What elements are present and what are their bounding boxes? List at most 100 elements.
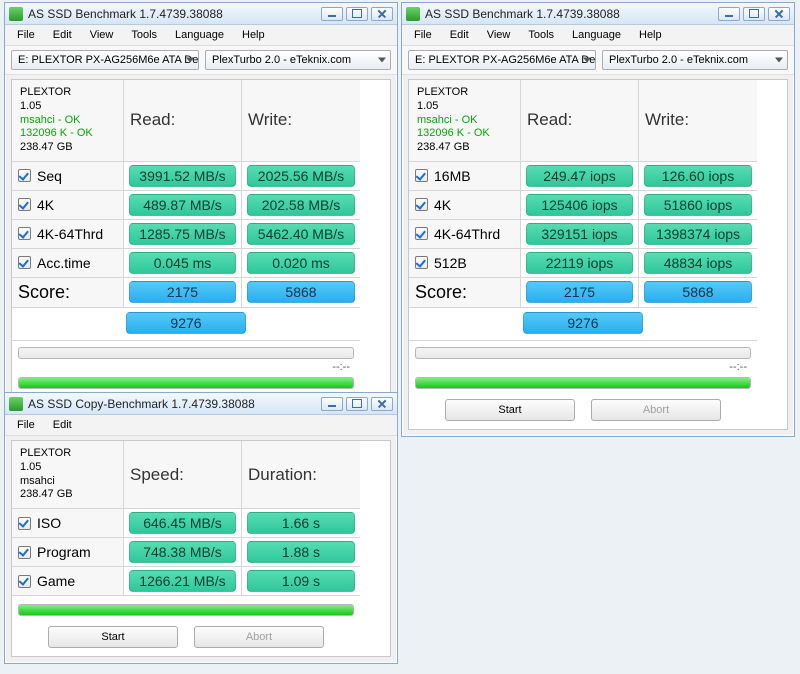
row-label-seq: Seq [37, 168, 62, 184]
chevron-down-icon [186, 58, 194, 63]
checkbox-seq[interactable] [18, 169, 31, 182]
512b-read-iops: 22119 iops [526, 252, 633, 274]
16mb-write: 126.60 iops [644, 165, 752, 187]
app-icon [9, 397, 23, 411]
header-speed: Speed: [130, 465, 184, 485]
menu-view[interactable]: View [479, 27, 519, 43]
header-duration: Duration: [248, 465, 317, 485]
start-button[interactable]: Start [48, 626, 178, 648]
checkbox-program[interactable] [18, 546, 31, 559]
4k64-read: 1285.75 MB/s [129, 223, 236, 245]
menubar: File Edit View Tools Language Help [402, 25, 794, 46]
row-label-4k64: 4K-64Thrd [37, 226, 103, 242]
4k64-read-iops: 329151 iops [526, 223, 633, 245]
progress-top [415, 347, 751, 359]
window-title: AS SSD Benchmark 1.7.4739.38088 [425, 7, 718, 21]
seq-write: 2025.56 MB/s [247, 165, 355, 187]
16mb-read: 249.47 iops [526, 165, 633, 187]
checkbox-16mb[interactable] [415, 169, 428, 182]
device-select-label: E: PLEXTOR PX-AG256M6e ATA Device [18, 54, 199, 66]
close-button[interactable] [371, 397, 393, 411]
score-write: 5868 [247, 281, 355, 303]
4k-write: 202.58 MB/s [247, 194, 355, 216]
512b-write-iops: 48834 iops [644, 252, 752, 274]
menu-tools[interactable]: Tools [123, 27, 165, 43]
program-speed: 748.38 MB/s [129, 541, 236, 563]
mode-select[interactable]: PlexTurbo 2.0 - eTeknix.com [205, 50, 391, 70]
menu-edit[interactable]: Edit [45, 417, 80, 433]
device-info: PLEXTOR 1.05 msahci - OK 132096 K - OK 2… [409, 80, 521, 162]
titlebar[interactable]: AS SSD Copy-Benchmark 1.7.4739.38088 [5, 393, 397, 415]
checkbox-game[interactable] [18, 575, 31, 588]
chevron-down-icon [583, 58, 591, 63]
window-title: AS SSD Copy-Benchmark 1.7.4739.38088 [28, 397, 321, 411]
menu-edit[interactable]: Edit [442, 27, 477, 43]
app-icon [9, 7, 23, 21]
score-read: 2175 [526, 281, 633, 303]
elapsed-time: --:-- [729, 361, 747, 373]
titlebar[interactable]: AS SSD Benchmark 1.7.4739.38088 [5, 3, 397, 25]
elapsed-time: --:-- [332, 361, 350, 373]
4k64-write: 5462.40 MB/s [247, 223, 355, 245]
program-duration: 1.88 s [247, 541, 355, 563]
menubar: File Edit [5, 415, 397, 436]
maximize-button[interactable] [346, 397, 368, 411]
4k-read-iops: 125406 iops [526, 194, 633, 216]
maximize-button[interactable] [743, 7, 765, 21]
4k-write-iops: 51860 iops [644, 194, 752, 216]
score-total: 9276 [126, 312, 246, 334]
menu-file[interactable]: File [9, 417, 43, 433]
score-read: 2175 [129, 281, 236, 303]
acc-read: 0.045 ms [129, 252, 236, 274]
progress-bottom [18, 377, 354, 389]
abort-button[interactable]: Abort [591, 399, 721, 421]
menu-help[interactable]: Help [234, 27, 273, 43]
start-button[interactable]: Start [445, 399, 575, 421]
close-button[interactable] [371, 7, 393, 21]
device-info: PLEXTOR 1.05 msahci 238.47 GB [12, 441, 124, 509]
device-select[interactable]: E: PLEXTOR PX-AG256M6e ATA Device [11, 50, 199, 70]
menu-file[interactable]: File [9, 27, 43, 43]
checkbox-iso[interactable] [18, 517, 31, 530]
titlebar[interactable]: AS SSD Benchmark 1.7.4739.38088 [402, 3, 794, 25]
progress-bottom [415, 377, 751, 389]
minimize-button[interactable] [321, 7, 343, 21]
score-label: Score: [415, 282, 467, 303]
score-write: 5868 [644, 281, 752, 303]
progress-top [18, 347, 354, 359]
menu-tools[interactable]: Tools [520, 27, 562, 43]
checkbox-4k[interactable] [18, 198, 31, 211]
header-write: Write: [645, 110, 689, 130]
abort-button[interactable]: Abort [194, 626, 324, 648]
mode-select-label: PlexTurbo 2.0 - eTeknix.com [212, 54, 351, 66]
checkbox-acc[interactable] [18, 256, 31, 269]
maximize-button[interactable] [346, 7, 368, 21]
menu-language[interactable]: Language [167, 27, 232, 43]
menu-file[interactable]: File [406, 27, 440, 43]
mode-select[interactable]: PlexTurbo 2.0 - eTeknix.com [602, 50, 788, 70]
device-select[interactable]: E: PLEXTOR PX-AG256M6e ATA Device [408, 50, 596, 70]
menu-edit[interactable]: Edit [45, 27, 80, 43]
close-button[interactable] [768, 7, 790, 21]
checkbox-4k[interactable] [415, 198, 428, 211]
header-read: Read: [124, 80, 242, 162]
device-info: PLEXTOR 1.05 msahci - OK 132096 K - OK 2… [12, 80, 124, 162]
game-duration: 1.09 s [247, 570, 355, 592]
minimize-button[interactable] [718, 7, 740, 21]
4k64-write-iops: 1398374 iops [644, 223, 752, 245]
chevron-down-icon [775, 58, 783, 63]
progress [18, 604, 354, 616]
menu-help[interactable]: Help [631, 27, 670, 43]
checkbox-4k64[interactable] [415, 227, 428, 240]
header-write: Write: [242, 80, 360, 162]
chevron-down-icon [378, 58, 386, 63]
checkbox-512b[interactable] [415, 256, 428, 269]
menu-language[interactable]: Language [564, 27, 629, 43]
score-total: 9276 [523, 312, 643, 334]
menu-view[interactable]: View [82, 27, 122, 43]
iso-speed: 646.45 MB/s [129, 512, 236, 534]
checkbox-4k64[interactable] [18, 227, 31, 240]
game-speed: 1266.21 MB/s [129, 570, 236, 592]
minimize-button[interactable] [321, 397, 343, 411]
header-read: Read: [527, 110, 572, 130]
